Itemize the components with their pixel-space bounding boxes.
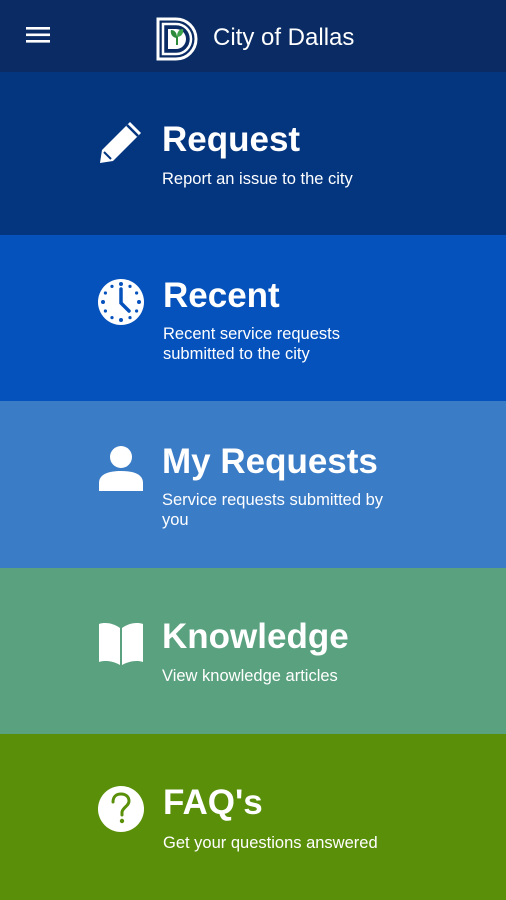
tile-recent[interactable]: Recent Recent service requests submitted… <box>0 235 506 401</box>
tile-knowledge-description: View knowledge articles <box>162 667 338 685</box>
hamburger-menu-icon[interactable] <box>22 22 58 50</box>
tile-request-description: Report an issue to the city <box>162 170 353 188</box>
person-icon <box>96 443 146 493</box>
book-icon <box>96 618 146 668</box>
tile-knowledge-title: Knowledge <box>162 617 349 656</box>
tile-faqs[interactable]: FAQ's Get your questions answered <box>0 734 506 900</box>
tile-faqs-description: Get your questions answered <box>163 834 378 852</box>
clock-icon <box>96 277 146 327</box>
pencil-icon <box>96 117 146 167</box>
top-app-bar: City of Dallas <box>0 0 506 72</box>
city-of-dallas-logo <box>155 16 201 62</box>
tile-my-requests[interactable]: My Requests Service requests submitted b… <box>0 401 506 568</box>
tile-recent-title: Recent <box>163 276 280 315</box>
tile-knowledge[interactable]: Knowledge View knowledge articles <box>0 568 506 734</box>
tile-request-title: Request <box>162 120 301 159</box>
tile-my-requests-title: My Requests <box>162 442 378 481</box>
tile-request[interactable]: Request Report an issue to the city <box>0 72 506 235</box>
tile-my-requests-description: Service requests submitted by you <box>162 491 384 529</box>
app-title: City of Dallas <box>213 24 355 51</box>
tile-faqs-title: FAQ's <box>163 783 263 822</box>
tile-recent-description: Recent service requests submitted to the… <box>163 325 340 363</box>
question-icon <box>96 784 146 834</box>
app-screen: City of Dallas Request Report an issue t… <box>0 0 506 900</box>
